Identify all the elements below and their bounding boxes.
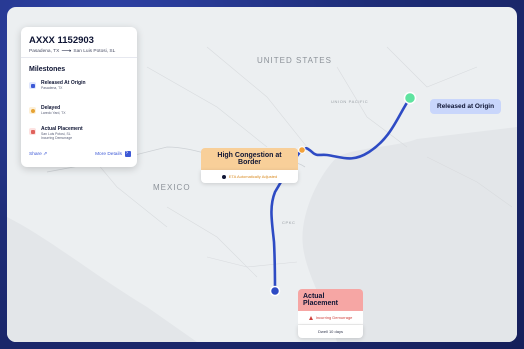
demurrage-warning: Incurring Demurrage [298, 311, 363, 325]
congestion-note: ETA Automatically Adjusted [201, 170, 298, 183]
arrow-right-icon: › [125, 150, 131, 157]
shipment-route: Pasadena, TX ⟶ San Luis Potosi, SL [29, 47, 115, 55]
released-callout[interactable]: Released at Origin [430, 99, 502, 114]
placement-marker [269, 285, 281, 297]
clock-icon [29, 107, 36, 114]
warning-icon [308, 315, 313, 320]
milestone-delayed[interactable]: Delayed Laredo Yard, TX [29, 105, 66, 115]
more-details-button[interactable]: More Details › [95, 150, 131, 157]
info-icon [221, 174, 226, 179]
divider [21, 57, 137, 58]
demurrage-warning-text: Incurring Demurrage [315, 315, 353, 320]
origin-marker [403, 91, 417, 105]
more-details-label: More Details [95, 151, 122, 157]
arrow-right-icon: ⟶ [61, 48, 72, 55]
shipment-id: AXXX 1152903 [29, 35, 94, 46]
milestone-placement[interactable]: Actual Placement San Luis Potosi, SL Inc… [29, 126, 83, 140]
congestion-marker [298, 146, 306, 154]
milestone-detail-2: Incurring Demurrage [41, 136, 73, 140]
route-destination: San Luis Potosi, SL [73, 48, 116, 54]
dwell-time: Dwell 10 days [298, 325, 363, 338]
ship-icon [29, 82, 36, 89]
milestone-released[interactable]: Released At Origin Pasadena, TX [29, 80, 86, 90]
route-origin: Pasadena, TX [29, 48, 60, 54]
shipment-card: AXXX 1152903 Pasadena, TX ⟶ San Luis Pot… [21, 27, 137, 167]
congestion-callout[interactable]: High Congestion at Border ETA Automatica… [201, 148, 298, 183]
share-icon: ⇗ [43, 152, 48, 157]
milestone-detail: Pasadena, TX [41, 86, 63, 90]
congestion-title: High Congestion at Border [201, 148, 298, 170]
milestones-heading: Milestones [29, 66, 66, 73]
share-link[interactable]: Share ⇗ [29, 152, 47, 157]
placement-icon [29, 128, 36, 135]
milestone-detail: Laredo Yard, TX [41, 111, 66, 115]
placement-callout[interactable]: Actual Placement Incurring Demurrage Dwe… [298, 289, 363, 338]
congestion-note-text: ETA Automatically Adjusted [228, 174, 278, 179]
share-label: Share [29, 152, 42, 157]
placement-title: Actual Placement [298, 289, 363, 311]
